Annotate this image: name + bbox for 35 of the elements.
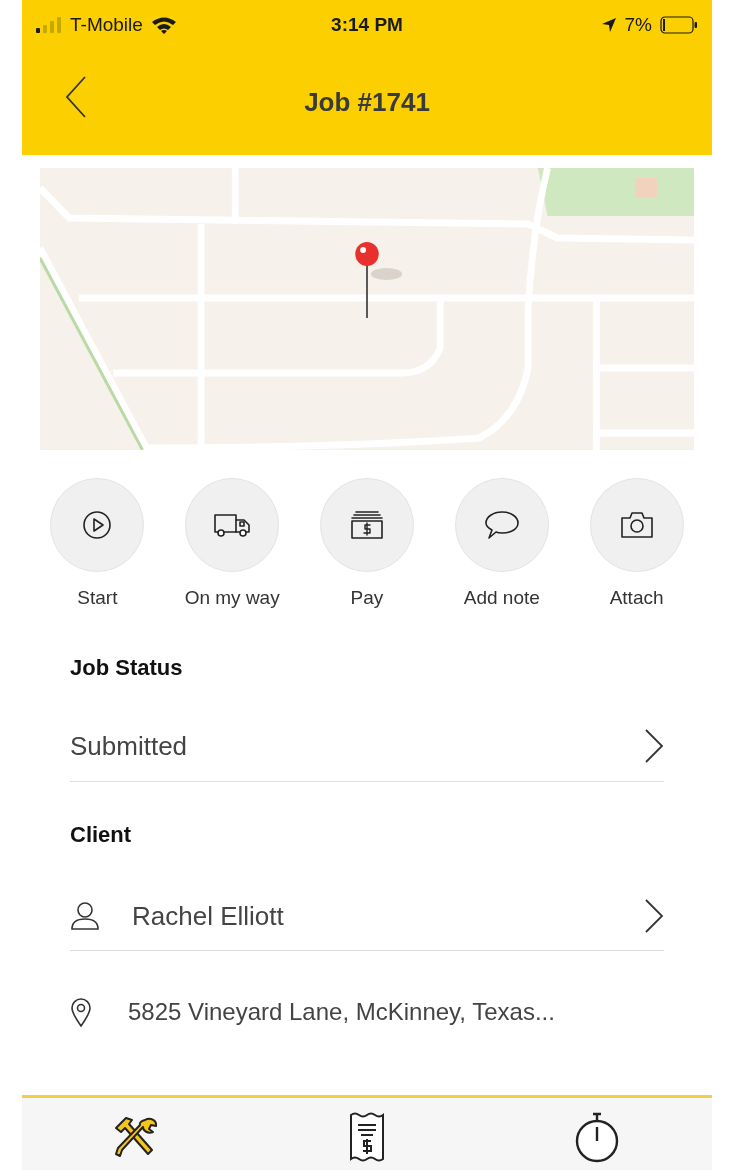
camera-icon bbox=[618, 510, 655, 540]
action-label: Add note bbox=[463, 586, 540, 610]
truck-icon bbox=[213, 512, 252, 538]
action-label: On my way bbox=[184, 586, 280, 610]
action-label: Attach bbox=[609, 586, 664, 610]
person-icon bbox=[70, 901, 100, 931]
action-button[interactable]: Start bbox=[30, 478, 165, 613]
signal-icon bbox=[36, 17, 62, 33]
chevron-right-icon bbox=[644, 898, 664, 934]
clock-time: 3:14 PM bbox=[331, 12, 403, 37]
stopwatch-icon[interactable] bbox=[574, 1111, 620, 1163]
location-arrow-icon bbox=[600, 17, 617, 33]
action-button[interactable]: On my way bbox=[164, 478, 300, 613]
action-button[interactable]: Pay bbox=[299, 478, 435, 613]
action-label: Pay bbox=[350, 586, 384, 610]
status-row[interactable]: Submitted bbox=[70, 711, 664, 782]
action-button[interactable]: Attach bbox=[569, 478, 704, 613]
chevron-right-icon bbox=[644, 728, 664, 764]
action-label: Start bbox=[77, 586, 118, 610]
battery-percent: 7% bbox=[624, 12, 652, 37]
action-button[interactable]: Add note bbox=[434, 478, 570, 613]
carrier-name: T-Mobile bbox=[70, 12, 143, 37]
wifi-icon bbox=[150, 16, 177, 34]
cash-stack-icon bbox=[349, 510, 385, 540]
speech-bubble-icon bbox=[483, 509, 520, 541]
back-chevron-icon bbox=[65, 75, 87, 119]
map-pin-icon bbox=[70, 996, 92, 1027]
page-title: Job #1741 bbox=[304, 86, 430, 119]
client-address: 5825 Vineyard Lane, McKinney, Texas... bbox=[128, 996, 555, 1027]
client-row[interactable]: Rachel Elliott bbox=[70, 882, 664, 951]
receipt-icon[interactable] bbox=[348, 1111, 386, 1163]
section-heading: Job Status bbox=[70, 653, 184, 682]
battery-icon bbox=[660, 16, 698, 34]
play-icon bbox=[82, 510, 113, 540]
section-heading: Client bbox=[70, 820, 133, 849]
